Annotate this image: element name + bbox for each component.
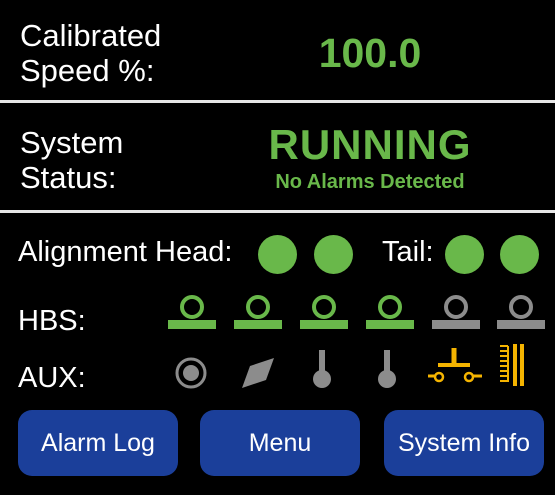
divider — [0, 210, 555, 213]
system-info-button[interactable]: System Info — [384, 410, 544, 476]
alarm-log-button[interactable]: Alarm Log — [18, 410, 178, 476]
hbs-label: HBS: — [18, 305, 86, 337]
hbs-sensor-icon — [497, 295, 545, 329]
speed-label-line2: Speed %: — [20, 53, 155, 88]
hbs-sensor-icon — [300, 295, 348, 329]
speed-label-line1: Calibrated — [20, 18, 162, 53]
aux-label: AUX: — [18, 362, 86, 394]
calibrated-speed-value: 100.0 — [318, 30, 422, 76]
tail-indicator-2 — [500, 235, 539, 274]
hbs-sensor-icon — [234, 295, 282, 329]
alignment-head-label: Alignment Head: — [18, 236, 233, 268]
switch-icon — [428, 348, 482, 383]
alignment-head-indicator-2 — [314, 235, 353, 274]
tail-indicator-1 — [445, 235, 484, 274]
relay-icon — [500, 344, 524, 386]
probe-icon — [378, 350, 396, 388]
calibrated-speed-label: Calibrated Speed %: — [20, 18, 161, 88]
system-status-label: System Status: — [20, 125, 123, 195]
alarm-status-text: No Alarms Detected — [275, 171, 465, 193]
system-status-panel: System Status: RUNNING No Alarms Detecte… — [0, 103, 555, 210]
system-status-value: RUNNING — [268, 121, 472, 168]
hbs-sensor-icon — [432, 295, 480, 329]
hbs-sensor-icon — [366, 295, 414, 329]
alignment-head-indicator-1 — [258, 235, 297, 274]
probe-icon — [313, 350, 331, 388]
hbs-sensor-icon — [168, 295, 216, 329]
calibrated-speed-panel: Calibrated Speed %: 100.0 — [0, 0, 555, 100]
menu-button[interactable]: Menu — [200, 410, 360, 476]
tail-label: Tail: — [382, 236, 434, 268]
target-icon — [175, 357, 207, 389]
status-label-line1: System — [20, 125, 124, 160]
parallelogram-icon — [242, 358, 274, 388]
status-label-line2: Status: — [20, 160, 117, 195]
